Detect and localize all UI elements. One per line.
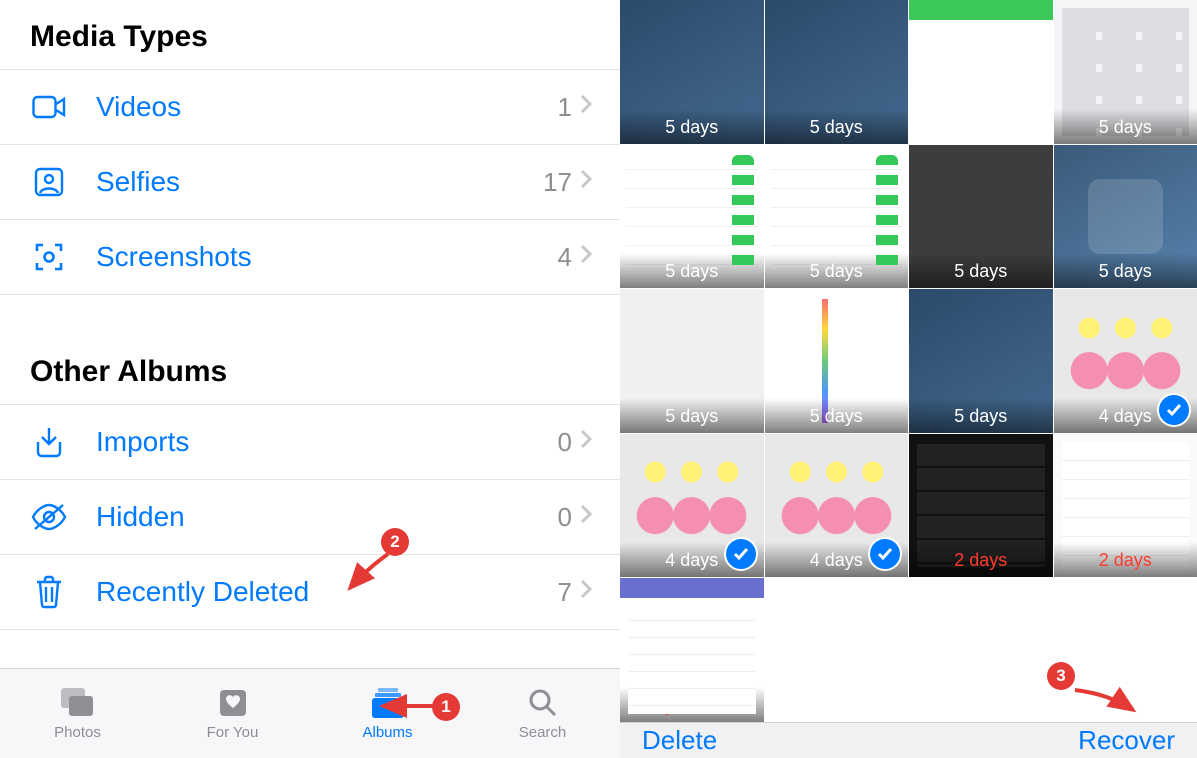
- photo-thumbnail[interactable]: 5 days: [765, 145, 909, 289]
- screenshots-label: Screenshots: [68, 241, 558, 273]
- imports-row[interactable]: Imports 0: [0, 404, 620, 479]
- tab-foryou-label: For You: [207, 724, 259, 741]
- days-remaining-label: 2 days: [909, 542, 1053, 577]
- photo-thumbnail[interactable]: 5 days: [1054, 145, 1197, 289]
- delete-button[interactable]: Delete: [642, 725, 717, 756]
- recently-deleted-panel: 5 days5 days5 days5 days5 days5 days5 da…: [620, 0, 1197, 758]
- photo-thumbnail[interactable]: 5 days: [765, 289, 909, 433]
- selected-check-icon: [1157, 393, 1191, 427]
- media-types-heading: Media Types: [0, 0, 620, 69]
- photo-thumbnail[interactable]: 5 days: [620, 0, 764, 144]
- days-remaining-label: 2 days: [1054, 542, 1197, 577]
- tab-albums-label: Albums: [362, 724, 412, 741]
- trash-icon: [30, 573, 68, 611]
- albums-panel: Media Types Videos 1 Selfies 17: [0, 0, 620, 758]
- photo-grid: 5 days5 days5 days5 days5 days5 days5 da…: [620, 0, 1197, 722]
- chevron-right-icon: [580, 244, 592, 270]
- recover-button[interactable]: Recover: [1078, 725, 1175, 756]
- media-types-list: Videos 1 Selfies 17 Scre: [0, 69, 620, 295]
- videos-count: 1: [558, 92, 580, 123]
- screenshots-count: 4: [558, 242, 580, 273]
- chevron-right-icon: [580, 94, 592, 120]
- hidden-label: Hidden: [68, 501, 558, 533]
- photo-thumbnail[interactable]: 5 days: [765, 0, 909, 144]
- chevron-right-icon: [580, 169, 592, 195]
- search-tab-icon: [526, 686, 560, 720]
- recently-deleted-count: 7: [558, 577, 580, 608]
- screenshots-row[interactable]: Screenshots 4: [0, 219, 620, 295]
- imports-icon: [30, 423, 68, 461]
- photo-thumbnail[interactable]: 5 days: [909, 145, 1053, 289]
- photo-thumbnail[interactable]: 5 days: [620, 289, 764, 433]
- days-remaining-label: 2 days: [620, 687, 764, 722]
- imports-count: 0: [558, 427, 580, 458]
- screenshots-icon: [30, 238, 68, 276]
- photo-thumbnail[interactable]: 5 days: [620, 145, 764, 289]
- hidden-icon: [30, 498, 68, 536]
- other-albums-heading: Other Albums: [0, 295, 620, 404]
- other-albums-list: Imports 0 Hidden 0 Recen: [0, 404, 620, 630]
- selected-check-icon: [724, 537, 758, 571]
- selected-check-icon: [868, 537, 902, 571]
- tab-search-label: Search: [519, 724, 567, 741]
- photo-thumbnail[interactable]: 5 days: [1054, 0, 1197, 144]
- days-remaining-label: 5 days: [620, 109, 764, 144]
- days-remaining-label: 5 days: [620, 398, 764, 433]
- tab-photos-label: Photos: [54, 724, 101, 741]
- photo-thumbnail[interactable]: 2 days: [909, 434, 1053, 578]
- tab-search[interactable]: Search: [465, 669, 620, 758]
- photo-thumbnail[interactable]: 5 days: [909, 289, 1053, 433]
- chevron-right-icon: [580, 579, 592, 605]
- selfies-row[interactable]: Selfies 17: [0, 144, 620, 219]
- hidden-row[interactable]: Hidden 0: [0, 479, 620, 554]
- videos-row[interactable]: Videos 1: [0, 69, 620, 144]
- selfies-count: 17: [543, 167, 580, 198]
- chevron-right-icon: [580, 429, 592, 455]
- photo-thumbnail[interactable]: 2 days: [1054, 434, 1197, 578]
- bottom-tabbar: Photos For You Albums Search: [0, 668, 620, 758]
- video-icon: [30, 88, 68, 126]
- photo-thumbnail[interactable]: 4 days: [765, 434, 909, 578]
- tab-photos[interactable]: Photos: [0, 669, 155, 758]
- photo-thumbnail[interactable]: 4 days: [1054, 289, 1197, 433]
- photos-tab-icon: [61, 686, 95, 720]
- foryou-tab-icon: [216, 686, 250, 720]
- days-remaining-label: 5 days: [765, 398, 909, 433]
- imports-label: Imports: [68, 426, 558, 458]
- selfies-label: Selfies: [68, 166, 543, 198]
- selfie-icon: [30, 163, 68, 201]
- videos-label: Videos: [68, 91, 558, 123]
- tab-albums[interactable]: Albums: [310, 669, 465, 758]
- recently-deleted-label: Recently Deleted: [68, 576, 558, 608]
- days-remaining-label: 5 days: [1054, 253, 1197, 288]
- tab-foryou[interactable]: For You: [155, 669, 310, 758]
- recently-deleted-row[interactable]: Recently Deleted 7: [0, 554, 620, 630]
- days-remaining-label: 5 days: [765, 109, 909, 144]
- hidden-count: 0: [558, 502, 580, 533]
- photo-thumbnail[interactable]: 4 days: [620, 434, 764, 578]
- photo-thumbnail[interactable]: 2 days: [620, 578, 764, 722]
- days-remaining-label: 5 days: [909, 253, 1053, 288]
- days-remaining-label: 5 days: [765, 253, 909, 288]
- days-remaining-label: 5 days: [620, 253, 764, 288]
- days-remaining-label: 5 days: [909, 398, 1053, 433]
- chevron-right-icon: [580, 504, 592, 530]
- days-remaining-label: 5 days: [1054, 109, 1197, 144]
- photo-thumbnail[interactable]: [909, 0, 1053, 144]
- albums-tab-icon: [371, 686, 405, 720]
- selection-toolbar: Delete Recover: [620, 722, 1197, 758]
